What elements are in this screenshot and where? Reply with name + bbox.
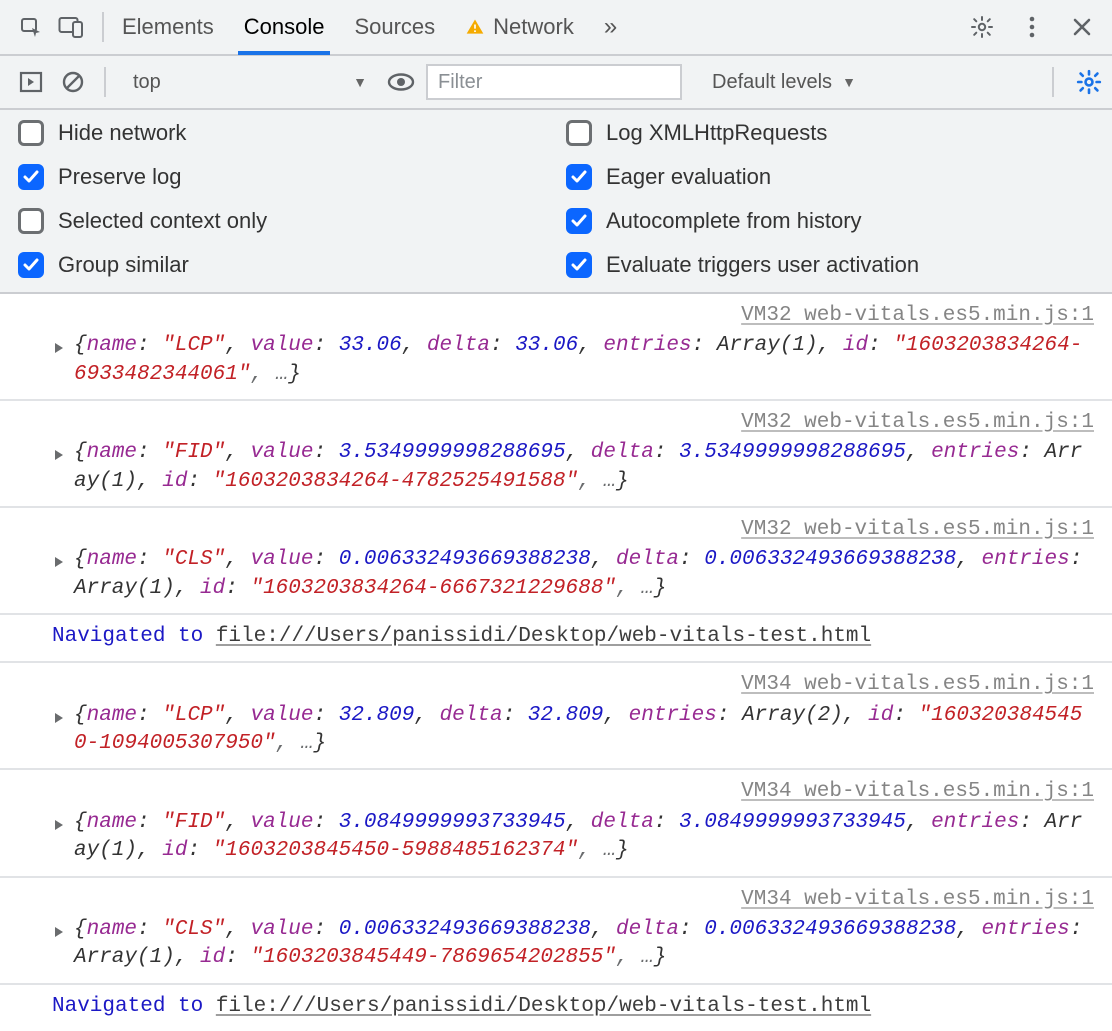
expand-triangle-icon[interactable]	[52, 550, 66, 574]
source-link[interactable]: VM32 web-vitals.es5.min.js:1	[18, 302, 1094, 330]
warning-icon	[465, 17, 485, 37]
console-settings-gear-icon[interactable]	[1072, 65, 1106, 99]
expand-triangle-icon[interactable]	[52, 920, 66, 944]
checkbox-group-similar[interactable]: Group similar	[18, 252, 546, 278]
filter-input[interactable]	[426, 64, 682, 100]
checkbox-log-xhr[interactable]: Log XMLHttpRequests	[566, 120, 1094, 146]
device-toolbar-icon[interactable]	[54, 10, 88, 44]
checkbox-label: Preserve log	[58, 164, 182, 190]
checkbox-hide-network[interactable]: Hide network	[18, 120, 546, 146]
panel-tabs: Elements Console Sources Network »	[122, 0, 617, 54]
source-link[interactable]: VM34 web-vitals.es5.min.js:1	[18, 778, 1094, 806]
chevron-down-icon: ▼	[842, 74, 856, 90]
tabs-overflow[interactable]: »	[604, 0, 617, 54]
object-preview[interactable]: {name: "CLS", value: 0.00633249366938823…	[74, 546, 1094, 603]
expand-triangle-icon[interactable]	[52, 706, 66, 730]
nav-url-link[interactable]: file:///Users/panissidi/Desktop/web-vita…	[216, 995, 871, 1018]
expand-triangle-icon[interactable]	[52, 336, 66, 360]
devtools-tabstrip: Elements Console Sources Network »	[0, 0, 1112, 56]
navigation-entry: Navigated to file:///Users/panissidi/Des…	[0, 615, 1112, 663]
kebab-menu-icon[interactable]	[1014, 9, 1050, 45]
console-entry: VM32 web-vitals.es5.min.js:1{name: "CLS"…	[0, 508, 1112, 615]
checkbox-label: Autocomplete from history	[606, 208, 862, 234]
source-link[interactable]: VM34 web-vitals.es5.min.js:1	[18, 671, 1094, 699]
console-entry: VM32 web-vitals.es5.min.js:1{name: "FID"…	[0, 401, 1112, 508]
context-select-value: top	[133, 71, 161, 94]
clear-console-icon[interactable]	[56, 65, 90, 99]
chevron-down-icon: ▼	[353, 74, 367, 90]
console-entry: VM34 web-vitals.es5.min.js:1 {name: "LCP"…	[0, 663, 1112, 770]
source-link[interactable]: VM34 web-vitals.es5.min.js:1	[18, 886, 1094, 914]
tab-sources[interactable]: Sources	[354, 0, 435, 54]
context-select[interactable]: top ▼	[120, 64, 376, 100]
checkbox-autocomplete-history[interactable]: Autocomplete from history	[566, 208, 1094, 234]
console-entry: VM34 web-vitals.es5.min.js:1{name: "CLS"…	[0, 878, 1112, 985]
checkbox-label: Log XMLHttpRequests	[606, 120, 827, 146]
log-levels-value: Default levels	[712, 71, 832, 94]
toggle-sidebar-icon[interactable]	[14, 65, 48, 99]
console-entry: VM32 web-vitals.es5.min.js:1{name: "LCP"…	[0, 294, 1112, 401]
checkbox-selected-context[interactable]: Selected context only	[18, 208, 546, 234]
settings-gear-icon[interactable]	[964, 9, 1000, 45]
console-toolbar: top ▼ Default levels ▼	[0, 56, 1112, 110]
checkbox-preserve-log[interactable]: Preserve log	[18, 164, 546, 190]
close-devtools-icon[interactable]	[1064, 9, 1100, 45]
object-preview[interactable]: {name: "FID", value: 3.0849999993733945,…	[74, 809, 1094, 866]
inspect-element-icon[interactable]	[14, 10, 48, 44]
live-expression-icon[interactable]	[384, 65, 418, 99]
console-entry: VM34 web-vitals.es5.min.js:1 {name: "FID"…	[0, 770, 1112, 877]
expand-triangle-icon[interactable]	[52, 443, 66, 467]
nav-url-link[interactable]: file:///Users/panissidi/Desktop/web-vita…	[216, 625, 871, 648]
checkbox-eval-user-activation[interactable]: Evaluate triggers user activation	[566, 252, 1094, 278]
checkbox-label: Eager evaluation	[606, 164, 771, 190]
console-settings-panel: Hide network Log XMLHttpRequests Preserv…	[0, 110, 1112, 294]
tab-network[interactable]: Network	[465, 0, 574, 54]
object-preview[interactable]: {name: "LCP", value: 32.809, delta: 32.8…	[74, 702, 1094, 759]
object-preview[interactable]: {name: "FID", value: 3.5349999998288695,…	[74, 439, 1094, 496]
console-output: VM32 web-vitals.es5.min.js:1{name: "LCP"…	[0, 294, 1112, 1031]
divider	[104, 67, 106, 97]
source-link[interactable]: VM32 web-vitals.es5.min.js:1	[18, 409, 1094, 437]
checkbox-label: Group similar	[58, 252, 189, 278]
object-preview[interactable]: {name: "LCP", value: 33.06, delta: 33.06…	[74, 332, 1094, 389]
log-levels-select[interactable]: Default levels ▼	[700, 64, 862, 100]
checkbox-label: Hide network	[58, 120, 186, 146]
object-preview[interactable]: {name: "CLS", value: 0.00633249366938823…	[74, 916, 1094, 973]
checkbox-label: Evaluate triggers user activation	[606, 252, 919, 278]
tabstrip-right	[964, 9, 1100, 45]
nav-label: Navigated to	[52, 625, 216, 648]
tab-elements[interactable]: Elements	[122, 0, 214, 54]
divider	[1052, 67, 1054, 97]
checkbox-eager-eval[interactable]: Eager evaluation	[566, 164, 1094, 190]
expand-triangle-icon[interactable]	[52, 813, 66, 837]
divider	[102, 12, 104, 42]
nav-label: Navigated to	[52, 995, 216, 1018]
source-link[interactable]: VM32 web-vitals.es5.min.js:1	[18, 516, 1094, 544]
navigation-entry: Navigated to file:///Users/panissidi/Des…	[0, 985, 1112, 1031]
tab-console[interactable]: Console	[244, 0, 325, 54]
checkbox-label: Selected context only	[58, 208, 267, 234]
